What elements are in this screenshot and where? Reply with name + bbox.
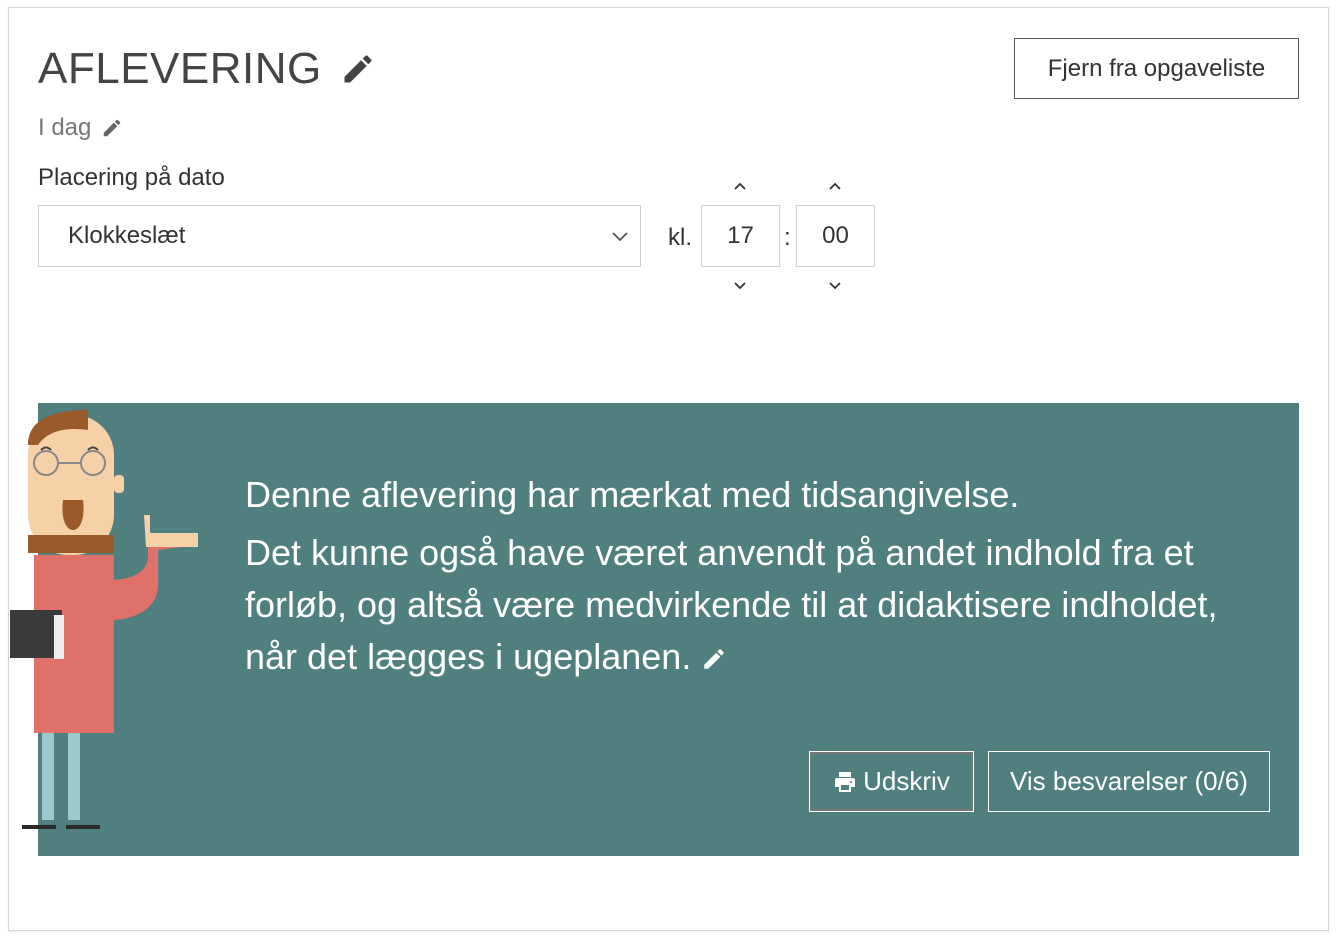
- pencil-icon[interactable]: [101, 117, 123, 139]
- print-button-label: Udskriv: [863, 766, 950, 796]
- hour-decrement-icon[interactable]: [728, 278, 752, 294]
- banner-line-2-text: Det kunne også have været anvendt på and…: [245, 532, 1218, 677]
- print-button[interactable]: Udskriv: [809, 751, 974, 812]
- chevron-down-icon: [608, 224, 632, 248]
- time-prefix: kl.: [668, 224, 692, 251]
- printer-icon: [835, 771, 856, 792]
- banner-text: Denne aflevering har mærkat med tidsangi…: [245, 469, 1255, 689]
- minute-decrement-icon[interactable]: [823, 278, 847, 294]
- pencil-icon[interactable]: [701, 634, 727, 669]
- placement-select[interactable]: Klokkeslæt: [38, 205, 641, 267]
- placement-label: Placering på dato: [38, 164, 225, 191]
- banner-line-2: Det kunne også have været anvendt på and…: [245, 527, 1255, 683]
- date-row: I dag: [38, 114, 123, 142]
- pencil-icon[interactable]: [340, 51, 376, 87]
- show-answers-button[interactable]: Vis besvarelser (0/6): [988, 751, 1270, 812]
- teacher-illustration: [10, 410, 198, 829]
- time-separator: :: [784, 224, 791, 251]
- title-row: AFLEVERING: [38, 44, 376, 94]
- minute-increment-icon[interactable]: [823, 178, 847, 194]
- remove-from-tasklist-button[interactable]: Fjern fra opgaveliste: [1014, 38, 1299, 99]
- date-text: I dag: [38, 114, 92, 141]
- hour-input[interactable]: 17: [701, 205, 780, 267]
- minute-input[interactable]: 00: [796, 205, 875, 267]
- page-title: AFLEVERING: [38, 44, 322, 93]
- banner-line-1: Denne aflevering har mærkat med tidsangi…: [245, 474, 1020, 515]
- hour-increment-icon[interactable]: [728, 178, 752, 194]
- info-banner: Denne aflevering har mærkat med tidsangi…: [38, 403, 1299, 856]
- placement-selected-value: Klokkeslæt: [68, 222, 186, 249]
